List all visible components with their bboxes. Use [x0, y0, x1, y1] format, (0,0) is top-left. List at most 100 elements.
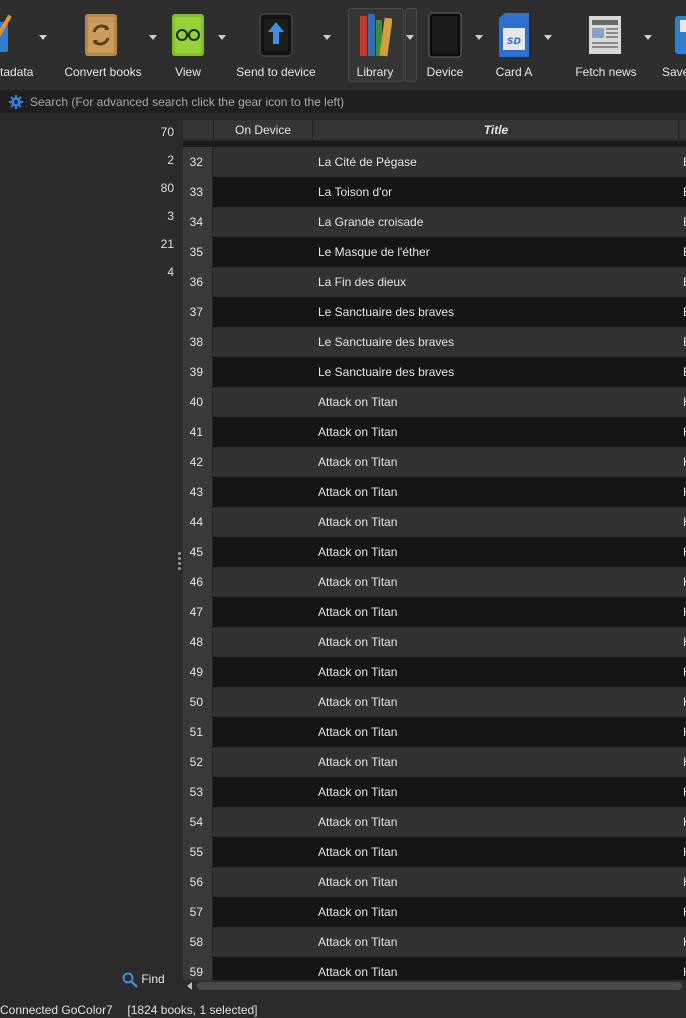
edit-metadata-dropdown-arrow[interactable]: [39, 35, 47, 40]
gear-icon[interactable]: [8, 94, 24, 110]
row-number: 53: [183, 777, 213, 807]
row-number: 45: [183, 537, 213, 567]
table-body: 32Card ALa Cité de PégaseE33Card ALa Toi…: [183, 147, 686, 980]
table-row[interactable]: 55Attack on TitanH: [183, 837, 686, 867]
row-number-header: [183, 120, 214, 140]
fetch-news-button[interactable]: Fetch news: [568, 8, 644, 86]
save-button[interactable]: Save: [658, 8, 686, 86]
fetch-news-label: Fetch news: [575, 65, 637, 79]
fetch-news-dropdown-arrow[interactable]: [644, 35, 652, 40]
table-row[interactable]: 54Attack on TitanH: [183, 807, 686, 837]
convert-books-dropdown-arrow[interactable]: [149, 35, 157, 40]
library-dropdown-arrow[interactable]: [406, 35, 414, 40]
title-cell: Attack on Titan: [318, 695, 398, 709]
table-row[interactable]: 43Attack on TitanH: [183, 477, 686, 507]
title-cell: Attack on Titan: [318, 815, 398, 829]
title-cell: Attack on Titan: [318, 755, 398, 769]
table-row[interactable]: 39Le Sanctuaire des bravesE: [183, 357, 686, 387]
table-row[interactable]: 35Card ALe Masque de l'étherE: [183, 237, 686, 267]
title-cell: Attack on Titan: [318, 785, 398, 799]
table-row[interactable]: 41Attack on TitanH: [183, 417, 686, 447]
convert-books-button[interactable]: Convert books: [60, 8, 146, 86]
view-dropdown-arrow[interactable]: [218, 35, 226, 40]
table-row[interactable]: 47Attack on TitanH: [183, 597, 686, 627]
row-number: 40: [183, 387, 213, 417]
edit-metadata-label: tadata: [0, 65, 34, 79]
table-row[interactable]: 56Attack on TitanH: [183, 867, 686, 897]
row-number: 46: [183, 567, 213, 597]
title-cell: Le Sanctuaire des braves: [318, 305, 455, 319]
title-cell: Le Sanctuaire des braves: [318, 335, 455, 349]
device-icon: [428, 12, 462, 58]
table-row[interactable]: 51Attack on TitanH: [183, 717, 686, 747]
title-cell: La Grande croisade: [318, 215, 424, 229]
device-dropdown-arrow[interactable]: [475, 35, 483, 40]
table-row[interactable]: 57Attack on TitanH: [183, 897, 686, 927]
book-list-table: On Device Title 32Card ALa Cité de Pégas…: [183, 120, 686, 980]
table-row[interactable]: 44Attack on TitanH: [183, 507, 686, 537]
table-row[interactable]: 58Attack on TitanH: [183, 927, 686, 957]
title-cell: Attack on Titan: [318, 665, 398, 679]
title-cell: La Fin des dieux: [318, 275, 407, 289]
title-cell: Attack on Titan: [318, 725, 398, 739]
status-bar: Connected GoColor7 [1824 books, 1 select…: [0, 1002, 686, 1018]
panel-splitter-handle[interactable]: [178, 550, 182, 574]
search-bar: [0, 91, 686, 113]
horizontal-scrollbar[interactable]: [183, 980, 686, 992]
library-button[interactable]: Library: [348, 8, 402, 86]
row-number: 56: [183, 867, 213, 897]
svg-text:SD: SD: [507, 37, 521, 47]
title-cell: Le Sanctuaire des braves: [318, 365, 455, 379]
search-input[interactable]: [28, 93, 672, 111]
find-label: Find: [141, 972, 165, 987]
view-label: View: [175, 65, 201, 79]
title-cell: Attack on Titan: [318, 395, 398, 409]
table-row[interactable]: 52Attack on TitanH: [183, 747, 686, 777]
title-cell: Attack on Titan: [318, 905, 398, 919]
library-icon: [360, 14, 392, 57]
on-device-column-header[interactable]: On Device: [214, 120, 313, 140]
tag-count: 80: [160, 181, 174, 195]
table-row[interactable]: 48Attack on TitanH: [183, 627, 686, 657]
library-label: Library: [356, 65, 394, 79]
card-a-label: Card A: [495, 65, 533, 79]
save-label: Save: [662, 65, 686, 79]
table-row[interactable]: 37Card A (3 b...Le Sanctuaire des braves…: [183, 297, 686, 327]
title-cell: Attack on Titan: [318, 455, 398, 469]
card-a-button[interactable]: SD Card A: [490, 8, 538, 86]
title-cell: La Toison d'or: [318, 185, 393, 199]
tag-count: 4: [167, 265, 174, 279]
scrollbar-thumb[interactable]: [197, 982, 682, 990]
table-row[interactable]: 50Attack on TitanH: [183, 687, 686, 717]
table-row[interactable]: 36Card ALa Fin des dieuxE: [183, 267, 686, 297]
scroll-left-arrow[interactable]: [187, 982, 192, 990]
table-row[interactable]: 32Card ALa Cité de PégaseE: [183, 147, 686, 177]
table-row[interactable]: 49Attack on TitanH: [183, 657, 686, 687]
table-row[interactable]: 53Attack on TitanH: [183, 777, 686, 807]
send-to-device-button[interactable]: Send to device: [232, 8, 320, 86]
card-a-dropdown-arrow[interactable]: [544, 35, 552, 40]
table-row[interactable]: 33Card ALa Toison d'orE: [183, 177, 686, 207]
row-number: 51: [183, 717, 213, 747]
view-icon: [172, 14, 204, 56]
send-to-device-dropdown-arrow[interactable]: [323, 35, 331, 40]
device-button[interactable]: Device: [420, 8, 470, 86]
title-cell: Attack on Titan: [318, 845, 398, 859]
table-row[interactable]: 40Attack on TitanH: [183, 387, 686, 417]
view-button[interactable]: View: [164, 8, 212, 86]
tag-count: 70: [160, 125, 174, 139]
table-row[interactable]: 34Card ALa Grande croisadeE: [183, 207, 686, 237]
row-number: 48: [183, 627, 213, 657]
table-row[interactable]: 59Attack on TitanH: [183, 957, 686, 980]
title-cell: Attack on Titan: [318, 485, 398, 499]
row-number: 34: [183, 207, 213, 237]
table-row[interactable]: 45Attack on TitanH: [183, 537, 686, 567]
table-row[interactable]: 38Le Sanctuaire des bravesE: [183, 327, 686, 357]
table-row[interactable]: 46Attack on TitanH: [183, 567, 686, 597]
row-number: 57: [183, 897, 213, 927]
table-row[interactable]: 42Attack on TitanH: [183, 447, 686, 477]
find-icon: [122, 972, 138, 988]
find-button[interactable]: Find: [122, 972, 165, 992]
edit-metadata-button[interactable]: tadata: [0, 8, 40, 86]
title-column-header[interactable]: Title: [314, 120, 679, 140]
